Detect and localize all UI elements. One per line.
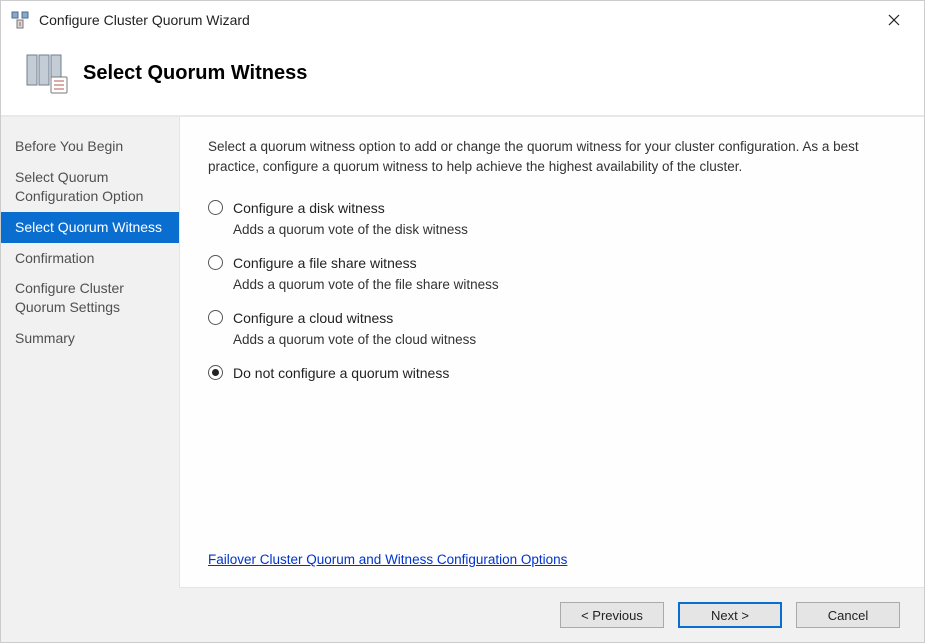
- page-title: Select Quorum Witness: [83, 62, 307, 85]
- servers-icon: [21, 49, 69, 97]
- option-label: Do not configure a quorum witness: [233, 365, 449, 381]
- wizard-footer: < Previous Next > Cancel: [1, 588, 924, 642]
- wizard-header: Select Quorum Witness: [1, 39, 924, 117]
- radio-cloud-witness[interactable]: [208, 310, 223, 325]
- option-desc: Adds a quorum vote of the disk witness: [233, 222, 896, 237]
- nav-select-config-option[interactable]: Select Quorum Configuration Option: [1, 162, 179, 212]
- radio-no-witness[interactable]: [208, 365, 223, 380]
- wizard-nav: Before You Begin Select Quorum Configura…: [1, 117, 179, 588]
- option-file-share-witness: Configure a file share witness Adds a qu…: [208, 255, 896, 292]
- nav-summary[interactable]: Summary: [1, 323, 179, 354]
- nav-confirmation[interactable]: Confirmation: [1, 243, 179, 274]
- nav-select-quorum-witness[interactable]: Select Quorum Witness: [1, 212, 179, 243]
- options-group: Configure a disk witness Adds a quorum v…: [208, 200, 896, 553]
- radio-disk-witness[interactable]: [208, 200, 223, 215]
- titlebar: Configure Cluster Quorum Wizard: [1, 1, 924, 39]
- option-desc: Adds a quorum vote of the file share wit…: [233, 277, 896, 292]
- option-desc: Adds a quorum vote of the cloud witness: [233, 332, 896, 347]
- window-title: Configure Cluster Quorum Wizard: [39, 12, 874, 28]
- app-icon: [11, 11, 29, 29]
- cancel-button[interactable]: Cancel: [796, 602, 900, 628]
- help-link-row: Failover Cluster Quorum and Witness Conf…: [208, 552, 896, 579]
- radio-file-share-witness[interactable]: [208, 255, 223, 270]
- option-label: Configure a file share witness: [233, 255, 417, 271]
- help-link[interactable]: Failover Cluster Quorum and Witness Conf…: [208, 552, 567, 567]
- wizard-body: Before You Begin Select Quorum Configura…: [1, 117, 924, 588]
- wizard-window: Configure Cluster Quorum Wizard Select Q…: [0, 0, 925, 643]
- intro-text: Select a quorum witness option to add or…: [208, 137, 896, 178]
- nav-configure-settings[interactable]: Configure Cluster Quorum Settings: [1, 273, 179, 323]
- previous-button[interactable]: < Previous: [560, 602, 664, 628]
- nav-before-you-begin[interactable]: Before You Begin: [1, 131, 179, 162]
- option-disk-witness: Configure a disk witness Adds a quorum v…: [208, 200, 896, 237]
- option-label: Configure a disk witness: [233, 200, 385, 216]
- next-button[interactable]: Next >: [678, 602, 782, 628]
- option-cloud-witness: Configure a cloud witness Adds a quorum …: [208, 310, 896, 347]
- close-button[interactable]: [874, 5, 914, 35]
- option-no-witness: Do not configure a quorum witness: [208, 365, 896, 381]
- wizard-content: Select a quorum witness option to add or…: [179, 117, 924, 588]
- option-label: Configure a cloud witness: [233, 310, 393, 326]
